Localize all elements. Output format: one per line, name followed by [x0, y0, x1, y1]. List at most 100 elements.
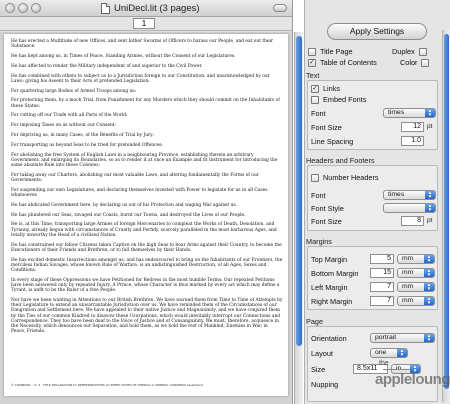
text-font-size-field[interactable]: 12: [401, 122, 424, 132]
zoom-button[interactable]: [31, 3, 41, 13]
number-headers-option[interactable]: Number Headers: [311, 173, 379, 182]
close-button[interactable]: [5, 3, 15, 13]
document-paragraph: He has constrained our fellow Citizens t…: [11, 242, 282, 253]
header-font-size-label: Font Size: [311, 217, 342, 226]
text-section-header: Text: [306, 71, 320, 80]
page-footer: © COMMONS , ch. 3 · TITLE DECLARATION fo…: [11, 383, 203, 387]
updown-arrows-icon: ▲ ▼: [424, 268, 434, 277]
document-paragraph: Nor have we been wanting in Attentions t…: [11, 297, 283, 335]
watermark-logo: the applelounge: [373, 360, 450, 400]
panel-scroll-thumb[interactable]: [444, 34, 449, 389]
header-font-value: times: [388, 191, 405, 198]
document-icon[interactable]: [101, 3, 110, 14]
left-margin-unit: mm: [402, 283, 414, 290]
right-margin-unit-select[interactable]: mm ▲ ▼: [397, 296, 435, 306]
apply-settings-button[interactable]: Apply Settings: [327, 23, 427, 40]
number-headers-checkbox[interactable]: [311, 173, 319, 182]
right-margin-unit: mm: [402, 297, 414, 304]
page-number-field[interactable]: 1: [133, 18, 155, 29]
document-paragraph: For imposing Taxes on us without our Con…: [11, 123, 117, 129]
top-margin-unit: mm: [402, 255, 414, 262]
panel-scrollbar[interactable]: [442, 30, 450, 402]
document-scroll-thumb[interactable]: [296, 36, 302, 346]
bottom-margin-field[interactable]: 15: [370, 268, 394, 278]
document-paragraph: For cutting off our Trade with all Parts…: [11, 113, 128, 119]
line-spacing-label: Line Spacing: [311, 137, 354, 146]
duplex-option[interactable]: Duplex: [392, 47, 427, 56]
links-checkbox[interactable]: ✓: [311, 84, 319, 93]
bottom-margin-label: Bottom Margin: [311, 269, 359, 278]
document-paragraph: He has combined with others to subject u…: [11, 73, 270, 84]
text-font-select[interactable]: times ▲ ▼: [383, 108, 436, 118]
embed-fonts-checkbox[interactable]: [311, 95, 319, 104]
header-font-size-unit: pt: [427, 217, 433, 224]
document-paragraph: He has affected to render the Military i…: [11, 63, 203, 69]
left-margin-field[interactable]: 7: [370, 282, 394, 292]
left-margin-unit-select[interactable]: mm ▲ ▼: [397, 282, 435, 292]
document-paragraph: For suspending our own Legislatures, and…: [11, 187, 268, 198]
links-option[interactable]: ✓ Links: [311, 84, 340, 93]
duplex-label: Duplex: [392, 47, 415, 56]
left-margin-label: Left Margin: [311, 283, 348, 292]
margins-section: Top Margin 5 mm ▲ ▼ Bottom Margin 15 mm ▲…: [307, 246, 438, 310]
title-page-checkbox[interactable]: [308, 47, 316, 56]
settings-panel: Apply Settings Title Page Duplex ✓ Table…: [304, 0, 450, 404]
minimize-button[interactable]: [18, 3, 28, 13]
text-font-size-unit: pt: [427, 123, 433, 130]
updown-arrows-icon: ▲ ▼: [425, 108, 435, 117]
watermark-word: applelounge: [375, 371, 450, 388]
header-font-size-field[interactable]: 8: [401, 216, 424, 226]
line-spacing-field[interactable]: 1.0: [401, 136, 424, 146]
updown-arrows-icon: ▲ ▼: [397, 348, 407, 357]
top-margin-label: Top Margin: [311, 255, 348, 264]
document-paragraph: He has excited domestic Insurrections am…: [11, 257, 283, 273]
toolbar-toggle-button[interactable]: [273, 4, 287, 12]
layout-select[interactable]: one ▲ ▼: [370, 348, 408, 358]
header-font-style-select[interactable]: ▲ ▼: [383, 203, 436, 213]
headers-footers-section: Number Headers Font times ▲ ▼ Font Style …: [307, 165, 438, 231]
updown-arrows-icon: ▲ ▼: [424, 254, 434, 263]
color-checkbox[interactable]: [421, 58, 430, 67]
text-section: ✓ Links Embed Fonts Font times ▲ ▼ Font S…: [307, 80, 438, 150]
orientation-select[interactable]: portrait ▲ ▼: [370, 333, 435, 343]
updown-arrows-icon: ▲ ▼: [424, 282, 434, 291]
layout-label: Layout: [311, 349, 333, 358]
toolbar: 1: [0, 17, 292, 31]
embed-fonts-label: Embed Fonts: [323, 95, 367, 104]
toc-checkbox[interactable]: ✓: [308, 58, 316, 67]
layout-value: one: [375, 349, 387, 356]
window-controls: [5, 3, 41, 13]
document-paragraph: He has kept among us, in Times of Peace,…: [11, 54, 236, 59]
document-paragraph: He is, at this Time, transporting large …: [11, 222, 277, 238]
title-page-option[interactable]: Title Page: [308, 47, 353, 56]
margins-section-header: Margins: [306, 237, 332, 246]
text-font-value: times: [388, 109, 405, 116]
top-margin-field[interactable]: 5: [370, 254, 394, 264]
document-paragraph: For protecting them, by a mock Trial, fr…: [11, 98, 280, 109]
header-font-select[interactable]: times ▲ ▼: [383, 190, 436, 200]
links-label: Links: [323, 84, 341, 93]
document-paragraph: He has plundered our Seas, ravaged our C…: [11, 212, 246, 218]
document-text: He has erected a Multitude of new Office…: [11, 39, 283, 334]
size-label: Size: [311, 365, 326, 374]
orientation-value: portrait: [375, 334, 397, 341]
document-paragraph: For taking away our Charters, abolishing…: [11, 172, 259, 183]
bottom-margin-unit-select[interactable]: mm ▲ ▼: [397, 268, 435, 278]
duplex-checkbox[interactable]: [418, 47, 427, 56]
nupping-label: Nupping: [311, 380, 339, 389]
page-preview-area: He has erected a Multitude of new Office…: [0, 32, 292, 404]
right-margin-label: Right Margin: [311, 297, 353, 306]
top-margin-unit-select[interactable]: mm ▲ ▼: [397, 254, 435, 264]
document-scrollbar[interactable]: [294, 32, 303, 404]
panel-divider: [304, 0, 305, 404]
document-window: UniDecl.lit (3 pages) 1 He has erected a…: [0, 0, 293, 404]
updown-arrows-icon: ▲ ▼: [424, 296, 434, 305]
title-bar[interactable]: UniDecl.lit (3 pages): [0, 0, 292, 17]
right-margin-field[interactable]: 7: [370, 296, 394, 306]
embed-fonts-option[interactable]: Embed Fonts: [311, 95, 366, 104]
document-paragraph: For depriving us, in many Cases, of the …: [11, 132, 155, 138]
color-option[interactable]: Color: [400, 58, 430, 67]
toc-option[interactable]: ✓ Table of Contents: [308, 58, 377, 67]
updown-arrows-icon: ▲ ▼: [425, 190, 435, 199]
updown-arrows-icon: ▲ ▼: [424, 333, 434, 342]
